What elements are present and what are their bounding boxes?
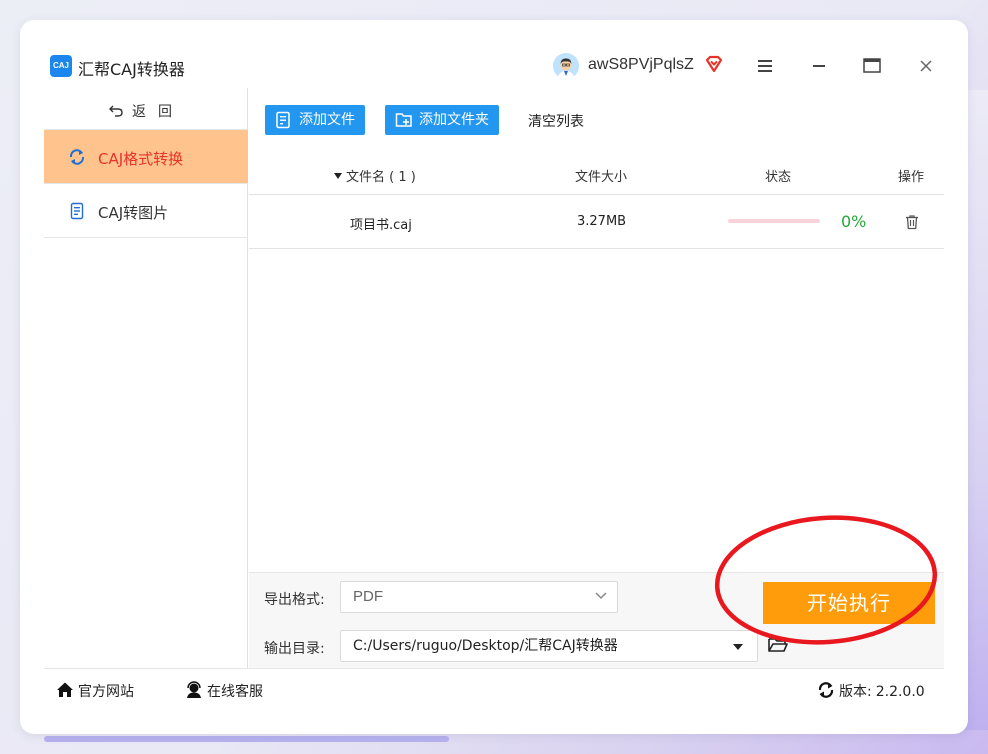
user-avatar[interactable] bbox=[553, 53, 579, 79]
dropdown-arrow-icon bbox=[733, 644, 743, 650]
hamburger-icon bbox=[758, 60, 772, 72]
sidebar-item-label: CAJ格式转换 bbox=[98, 150, 184, 168]
minimize-icon bbox=[813, 65, 825, 67]
output-dir-value: C:/Users/ruguo/Desktop/汇帮CAJ转换器 bbox=[353, 638, 618, 654]
sidebar: 返回 CAJ格式转换 CAJ转图片 bbox=[44, 88, 248, 668]
file-table-header: 文件名 ( 1 ) 文件大小 状态 操作 bbox=[249, 153, 944, 195]
start-button[interactable]: 开始执行 bbox=[763, 582, 935, 624]
username[interactable]: awS8PVjPqlsZ bbox=[588, 56, 694, 74]
action-column-header: 操作 bbox=[898, 170, 925, 185]
progress-bar bbox=[728, 219, 820, 223]
app-logo-icon: CAJ bbox=[50, 55, 72, 77]
add-file-icon bbox=[276, 111, 290, 129]
background-bar bbox=[44, 736, 449, 742]
progress-percent: 0% bbox=[841, 212, 867, 231]
undo-arrow-icon bbox=[109, 105, 123, 117]
sidebar-item-caj-to-image[interactable]: CAJ转图片 bbox=[44, 184, 248, 238]
add-file-button[interactable]: 添加文件 bbox=[265, 105, 365, 135]
refresh-icon bbox=[818, 682, 834, 698]
maximize-button[interactable] bbox=[859, 54, 885, 78]
output-dir-label: 输出目录: bbox=[264, 641, 325, 657]
sort-down-icon bbox=[334, 173, 342, 179]
app-title: 汇帮CAJ转换器 bbox=[78, 60, 185, 79]
table-row[interactable]: 项目书.caj 3.27MB 0% bbox=[249, 195, 944, 249]
title-bar: CAJ 汇帮CAJ转换器 awS8PVjPqlsZ bbox=[44, 44, 944, 88]
export-format-label: 导出格式: bbox=[264, 592, 325, 608]
customer-service-icon bbox=[187, 681, 201, 698]
filename-column-header[interactable]: 文件名 ( 1 ) bbox=[334, 166, 416, 185]
status-column-header: 状态 bbox=[765, 170, 792, 185]
home-icon bbox=[57, 682, 73, 697]
add-folder-label: 添加文件夹 bbox=[419, 112, 489, 128]
official-website-link[interactable]: 官方网站 bbox=[56, 681, 134, 701]
sidebar-item-label: CAJ转图片 bbox=[98, 204, 169, 222]
filename-header-label: 文件名 ( 1 ) bbox=[346, 170, 416, 185]
add-folder-icon bbox=[395, 113, 412, 127]
vip-diamond-icon[interactable] bbox=[704, 54, 724, 74]
footer-bar: 官方网站 在线客服 版本: 2.2.0.0 bbox=[44, 668, 944, 711]
online-support-link[interactable]: 在线客服 bbox=[185, 681, 263, 701]
refresh-icon bbox=[69, 149, 85, 165]
export-format-select[interactable]: PDF bbox=[340, 581, 618, 613]
open-folder-icon[interactable] bbox=[767, 635, 789, 655]
size-column-header: 文件大小 bbox=[575, 170, 628, 185]
export-format-value: PDF bbox=[353, 588, 383, 605]
back-label: 返回 bbox=[132, 104, 184, 120]
chevron-down-icon bbox=[595, 592, 607, 600]
version-info: 版本: 2.2.0.0 bbox=[817, 681, 925, 701]
trash-icon[interactable] bbox=[904, 214, 920, 230]
document-icon bbox=[70, 202, 84, 220]
version-number: 2.2.0.0 bbox=[875, 684, 925, 700]
minimize-button[interactable] bbox=[806, 54, 832, 78]
back-button[interactable]: 返回 bbox=[44, 88, 248, 130]
add-folder-button[interactable]: 添加文件夹 bbox=[385, 105, 499, 135]
add-file-label: 添加文件 bbox=[299, 112, 355, 128]
output-settings-panel: 导出格式: PDF 输出目录: C:/Users/ruguo/Desktop/汇… bbox=[249, 572, 944, 668]
app-window: CAJ 汇帮CAJ转换器 awS8PVjPqlsZ 返回 CAJ格式转换 CAJ… bbox=[44, 44, 944, 711]
clear-list-button[interactable]: 清空列表 bbox=[528, 111, 584, 131]
close-button[interactable] bbox=[913, 54, 939, 78]
sidebar-item-caj-format-convert[interactable]: CAJ格式转换 bbox=[44, 130, 248, 184]
menu-button[interactable] bbox=[752, 54, 778, 78]
output-dir-select[interactable]: C:/Users/ruguo/Desktop/汇帮CAJ转换器 bbox=[340, 630, 758, 662]
file-name: 项目书.caj bbox=[350, 218, 412, 233]
file-size: 3.27MB bbox=[577, 214, 627, 229]
maximize-icon bbox=[863, 58, 881, 73]
close-icon bbox=[920, 60, 932, 72]
